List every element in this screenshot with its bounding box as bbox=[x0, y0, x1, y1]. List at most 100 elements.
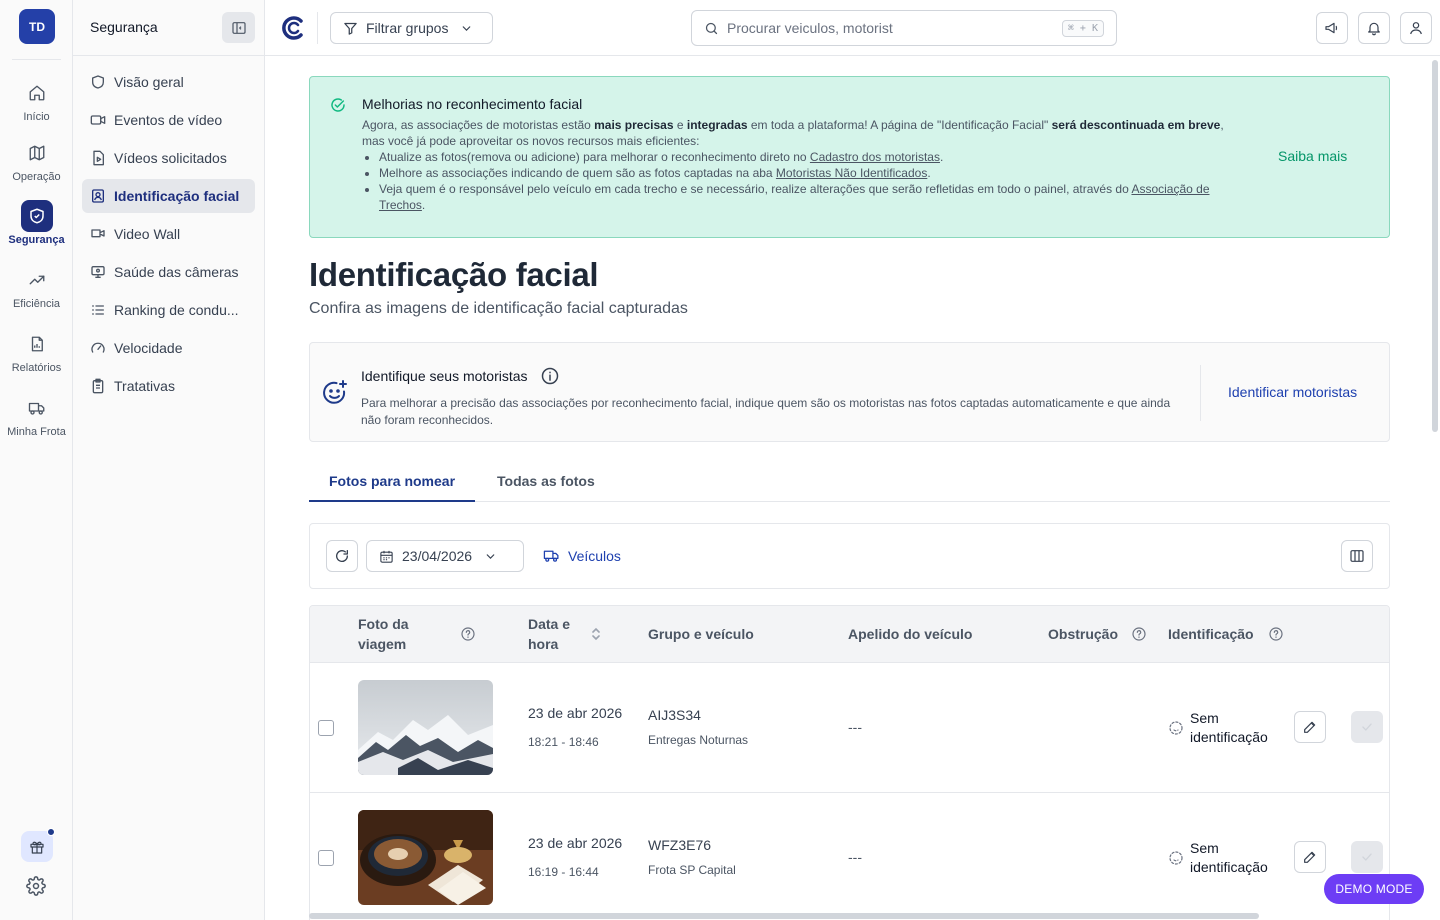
rail-item-operacao[interactable]: Operação bbox=[0, 137, 73, 183]
learn-more-link[interactable]: Saiba mais bbox=[1278, 148, 1347, 164]
org-avatar[interactable]: TD bbox=[19, 9, 55, 44]
table-row[interactable]: 23 de abr 2026 16:19 - 16:44 WFZ3E76 Fro… bbox=[310, 793, 1389, 920]
rail-item-relatorios[interactable]: Relatórios bbox=[0, 328, 73, 374]
global-search[interactable]: ⌘ + K bbox=[691, 10, 1117, 46]
announcements-button[interactable] bbox=[1316, 12, 1348, 44]
rail-item-seguranca[interactable]: Segurança bbox=[0, 200, 73, 246]
bell-icon bbox=[1368, 22, 1380, 36]
sidebar-item-label: Saúde das câmeras bbox=[114, 264, 239, 280]
row-group: Frota SP Capital bbox=[648, 863, 736, 877]
rail-item-eficiencia[interactable]: Eficiência bbox=[0, 264, 73, 310]
sidebar-item-videos-solicitados[interactable]: Vídeos solicitados bbox=[82, 141, 255, 175]
gift-icon[interactable] bbox=[21, 831, 53, 862]
vehicles-filter-label: Veículos bbox=[568, 547, 621, 564]
table-row[interactable]: 23 de abr 2026 18:21 - 18:46 AIJ3S34 Ent… bbox=[310, 663, 1389, 793]
row-nickname: --- bbox=[848, 849, 862, 865]
sidebar-item-label: Video Wall bbox=[114, 226, 181, 242]
identify-drivers-card: Identifique seus motoristas Para melhora… bbox=[309, 342, 1390, 442]
row-checkbox[interactable] bbox=[318, 720, 334, 736]
row-date: 23 de abr 2026 bbox=[528, 835, 623, 851]
trip-photo[interactable] bbox=[358, 680, 493, 775]
refresh-icon bbox=[336, 550, 349, 562]
help-icon[interactable] bbox=[1131, 626, 1147, 642]
face-scan-icon bbox=[1169, 851, 1183, 865]
banner-title: Melhorias no reconhecimento facial bbox=[362, 96, 583, 112]
map-icon bbox=[21, 137, 53, 169]
refresh-button[interactable] bbox=[326, 540, 358, 572]
trip-photo[interactable] bbox=[358, 810, 493, 905]
sidebar-item-tratativas[interactable]: Tratativas bbox=[82, 369, 255, 403]
shield-icon bbox=[92, 75, 104, 89]
collapse-sidebar-icon[interactable] bbox=[222, 12, 255, 43]
identify-card-title: Identifique seus motoristas bbox=[361, 366, 560, 386]
vertical-scrollbar[interactable] bbox=[1430, 56, 1440, 920]
top-divider bbox=[317, 12, 318, 44]
calendar-icon bbox=[380, 550, 393, 563]
date-value: 23/04/2026 bbox=[402, 548, 473, 564]
header-obstrucao: Obstrução bbox=[1048, 626, 1119, 642]
help-icon[interactable] bbox=[460, 626, 476, 642]
confirm-button[interactable] bbox=[1351, 711, 1383, 743]
vehicles-filter-button[interactable]: Veículos bbox=[543, 547, 621, 564]
banner-list-item: Veja quem é o responsável pelo veículo e… bbox=[379, 181, 1242, 213]
link-cadastro-motoristas[interactable]: Cadastro dos motoristas bbox=[810, 150, 940, 164]
sidebar-item-eventos-de-video[interactable]: Eventos de vídeo bbox=[82, 103, 255, 137]
user-menu-button[interactable] bbox=[1400, 12, 1432, 44]
rail-divider bbox=[12, 59, 61, 60]
row-identification-text: Sem identificação bbox=[1190, 840, 1268, 875]
chevron-down-icon bbox=[486, 553, 495, 559]
link-motoristas-nao-identificados[interactable]: Motoristas Não Identificados bbox=[776, 166, 927, 180]
row-group: Entregas Noturnas bbox=[648, 733, 749, 747]
rail-item-inicio[interactable]: Início bbox=[0, 77, 73, 123]
sidebar-item-identificacao-facial[interactable]: Identificação facial bbox=[82, 179, 255, 213]
trending-up-icon bbox=[21, 264, 53, 296]
search-input[interactable] bbox=[727, 20, 1054, 36]
date-picker[interactable]: 23/04/2026 bbox=[366, 540, 524, 572]
columns-button[interactable] bbox=[1341, 540, 1373, 572]
row-vehicle-plate[interactable]: AIJ3S34 bbox=[648, 707, 701, 723]
sidebar-item-saude-das-cameras[interactable]: Saúde das câmeras bbox=[82, 255, 255, 289]
sidebar-item-ranking-de-condutores[interactable]: Ranking de condu... bbox=[82, 293, 255, 327]
sidebar-item-video-wall[interactable]: Video Wall bbox=[82, 217, 255, 251]
scrollbar-thumb[interactable] bbox=[1432, 60, 1438, 432]
info-icon bbox=[541, 367, 558, 385]
rail-label: Início bbox=[23, 111, 50, 123]
gear-icon[interactable] bbox=[26, 876, 46, 896]
rail-item-minha-frota[interactable]: Minha Frota bbox=[0, 392, 73, 438]
help-icon[interactable] bbox=[1268, 626, 1284, 642]
snowy-mountains-photo bbox=[358, 680, 493, 775]
face-scan-icon bbox=[1169, 721, 1183, 735]
brand-logo-icon[interactable] bbox=[281, 15, 305, 41]
demo-mode-badge[interactable]: DEMO MODE bbox=[1324, 874, 1424, 904]
edit-button[interactable] bbox=[1294, 711, 1326, 743]
header-data-e-hora[interactable]: Data e hora bbox=[528, 614, 588, 654]
sidebar-item-velocidade[interactable]: Velocidade bbox=[82, 331, 255, 365]
page-subtitle: Confira as imagens de identificação faci… bbox=[309, 300, 688, 317]
top-bar: Filtrar grupos ⌘ + K bbox=[265, 0, 1440, 56]
tab-fotos-para-nomear[interactable]: Fotos para nomear bbox=[309, 465, 476, 502]
row-time: 18:21 - 18:46 bbox=[528, 735, 599, 749]
face-id-table: Foto da viagem Data e hora Grupo e veícu… bbox=[309, 605, 1390, 920]
row-time: 16:19 - 16:44 bbox=[528, 865, 599, 879]
monitor-icon bbox=[91, 266, 105, 278]
horizontal-scrollbar[interactable] bbox=[309, 913, 1259, 919]
header-identificacao: Identificação bbox=[1168, 626, 1254, 642]
sidebar-item-visao-geral[interactable]: Visão geral bbox=[82, 65, 255, 99]
shield-icon bbox=[20, 200, 53, 232]
pencil-icon bbox=[1304, 851, 1316, 863]
rail-label: Minha Frota bbox=[7, 426, 66, 438]
filter-groups-button[interactable]: Filtrar grupos bbox=[330, 12, 493, 44]
gauge-icon bbox=[91, 342, 105, 353]
check-circle-icon bbox=[330, 97, 346, 113]
row-vehicle-plate[interactable]: WFZ3E76 bbox=[648, 837, 711, 853]
rail-label: Segurança bbox=[8, 234, 65, 246]
row-checkbox[interactable] bbox=[318, 850, 334, 866]
filter-icon bbox=[344, 22, 357, 35]
edit-button[interactable] bbox=[1294, 841, 1326, 873]
tab-todas-as-fotos[interactable]: Todas as fotos bbox=[477, 465, 615, 502]
confirm-button[interactable] bbox=[1351, 841, 1383, 873]
main-content: Melhorias no reconhecimento facial Agora… bbox=[265, 56, 1440, 920]
sort-icon[interactable] bbox=[590, 626, 602, 642]
notifications-button[interactable] bbox=[1358, 12, 1390, 44]
identify-drivers-button[interactable]: Identificar motoristas bbox=[1228, 384, 1357, 400]
